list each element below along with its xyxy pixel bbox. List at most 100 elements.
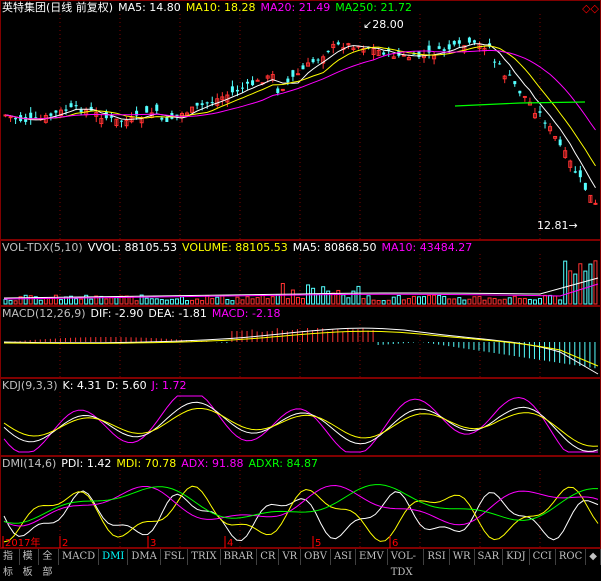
tab-11[interactable]: OBV bbox=[301, 549, 331, 565]
volume-bar bbox=[432, 294, 437, 305]
tab-5[interactable]: DMA bbox=[128, 549, 161, 565]
tab-14[interactable]: VOL-TDX bbox=[387, 549, 425, 578]
tab-7[interactable]: TRIX bbox=[188, 549, 221, 565]
dmi-panel[interactable]: DMI(14,6) PDI: 1.42 MDI: 70.78 ADX: 91.88 AD… bbox=[0, 456, 601, 548]
volume-bar bbox=[467, 298, 472, 305]
volume-bar bbox=[588, 263, 593, 305]
volume-bar bbox=[255, 297, 260, 305]
ma10-line bbox=[5, 45, 596, 167]
candle-body bbox=[316, 59, 320, 61]
tab-9[interactable]: CR bbox=[257, 549, 280, 565]
tab-4[interactable]: DMI bbox=[99, 549, 129, 565]
candle-body bbox=[522, 95, 527, 98]
tab-15[interactable]: RSI bbox=[424, 549, 450, 565]
dmi-chart[interactable]: 2017年 2 3 4 5 6 bbox=[0, 456, 601, 548]
volume-bar bbox=[220, 295, 225, 305]
kdj-panel[interactable]: KDJ(9,3,3) K: 4.31 D: 5.60 J: 1.72 bbox=[0, 378, 601, 456]
tab-10[interactable]: VR bbox=[279, 549, 302, 565]
volume-bar bbox=[442, 295, 447, 305]
volume-bar bbox=[522, 297, 527, 305]
volume-bar bbox=[401, 299, 406, 305]
month-label: 2017年 bbox=[5, 536, 40, 548]
volume-bar bbox=[190, 299, 195, 305]
high-arrow-icon: ↙ bbox=[363, 18, 373, 31]
tab-6[interactable]: FSL bbox=[160, 549, 189, 565]
volume-bar bbox=[512, 295, 517, 305]
tab-16[interactable]: WR bbox=[449, 549, 475, 565]
volume-bar bbox=[53, 294, 58, 305]
candle-body bbox=[538, 111, 542, 113]
volume-bar bbox=[568, 270, 573, 305]
tab-8[interactable]: BRAR bbox=[220, 549, 258, 565]
tab-20[interactable]: ROC bbox=[555, 549, 587, 565]
tab-19[interactable]: CCI bbox=[529, 549, 556, 565]
volume-bar bbox=[371, 299, 376, 305]
candle-body bbox=[251, 80, 255, 86]
volume-bar bbox=[497, 299, 502, 305]
candle-body bbox=[24, 117, 28, 122]
volume-bar bbox=[200, 300, 205, 305]
volume-bar bbox=[507, 297, 512, 305]
volume-bar bbox=[548, 294, 553, 305]
candle-body bbox=[54, 110, 58, 113]
volume-bar bbox=[114, 297, 119, 305]
month-label: 4 bbox=[227, 538, 233, 548]
tab-3[interactable]: MACD bbox=[59, 549, 100, 565]
volume-bar bbox=[240, 299, 245, 305]
volume-panel[interactable]: VOL-TDX(5,10) VVOL: 88105.53 VOLUME: 88105… bbox=[0, 240, 601, 306]
candle-body bbox=[145, 106, 149, 113]
candle-body bbox=[457, 40, 461, 44]
volume-bar bbox=[492, 297, 497, 305]
tab-17[interactable]: SAR bbox=[474, 549, 504, 565]
kdj-d-line bbox=[3, 408, 599, 447]
volume-chart[interactable] bbox=[0, 240, 601, 306]
volume-bar bbox=[386, 299, 391, 305]
volume-bar bbox=[553, 295, 558, 305]
volume-bar bbox=[144, 297, 149, 305]
kline-panel[interactable]: 英特集团(日线 前复权) MA5: 14.80 MA10: 18.28 MA20: 2… bbox=[0, 0, 601, 240]
volume-bar bbox=[149, 298, 154, 305]
tab-0[interactable]: 指标 bbox=[0, 549, 20, 578]
macd-panel[interactable]: MACD(12,26,9) DIF: -2.90 DEA: -1.81 MACD: -… bbox=[0, 306, 601, 378]
candle-body bbox=[578, 170, 582, 178]
kdj-chart[interactable] bbox=[0, 378, 601, 456]
volume-bar bbox=[134, 300, 139, 305]
kdj-j-line bbox=[3, 395, 598, 453]
volume-bar bbox=[58, 299, 63, 305]
candle-body bbox=[593, 202, 598, 205]
candlestick-chart[interactable] bbox=[0, 0, 601, 240]
candle-body bbox=[452, 40, 456, 45]
volume-bar bbox=[215, 296, 220, 305]
volume-bar bbox=[179, 296, 184, 305]
tab-1[interactable]: 模板 bbox=[19, 549, 40, 578]
volume-bar bbox=[164, 299, 169, 305]
candle-body bbox=[291, 70, 295, 77]
volume-bar bbox=[457, 297, 462, 305]
candle-body bbox=[205, 102, 209, 104]
tab-13[interactable]: EMV bbox=[355, 549, 388, 565]
month-label: 6 bbox=[392, 538, 398, 548]
candle-body bbox=[155, 104, 159, 111]
month-label: 5 bbox=[315, 538, 321, 548]
volume-bar bbox=[235, 296, 240, 305]
candle-body bbox=[472, 40, 476, 43]
volume-bar bbox=[391, 296, 396, 305]
tab-12[interactable]: ASI bbox=[330, 549, 356, 565]
candle-body bbox=[382, 52, 386, 55]
volume-bar bbox=[260, 295, 265, 305]
volume-bar bbox=[154, 298, 159, 305]
volume-bar bbox=[543, 294, 548, 305]
macd-chart[interactable] bbox=[0, 306, 601, 378]
volume-bar bbox=[462, 299, 467, 305]
volume-bar bbox=[8, 299, 13, 305]
volume-bar bbox=[578, 263, 583, 305]
month-label: 3 bbox=[150, 538, 156, 548]
volume-bar bbox=[502, 298, 507, 305]
volume-bar bbox=[290, 289, 295, 305]
tab-21[interactable]: ◆ bbox=[586, 549, 601, 565]
tab-2[interactable]: 全部 bbox=[39, 549, 60, 578]
candle-body bbox=[493, 61, 497, 63]
tab-18[interactable]: KDJ bbox=[503, 549, 530, 565]
candle-body bbox=[255, 79, 260, 82]
candle-body bbox=[295, 73, 300, 76]
